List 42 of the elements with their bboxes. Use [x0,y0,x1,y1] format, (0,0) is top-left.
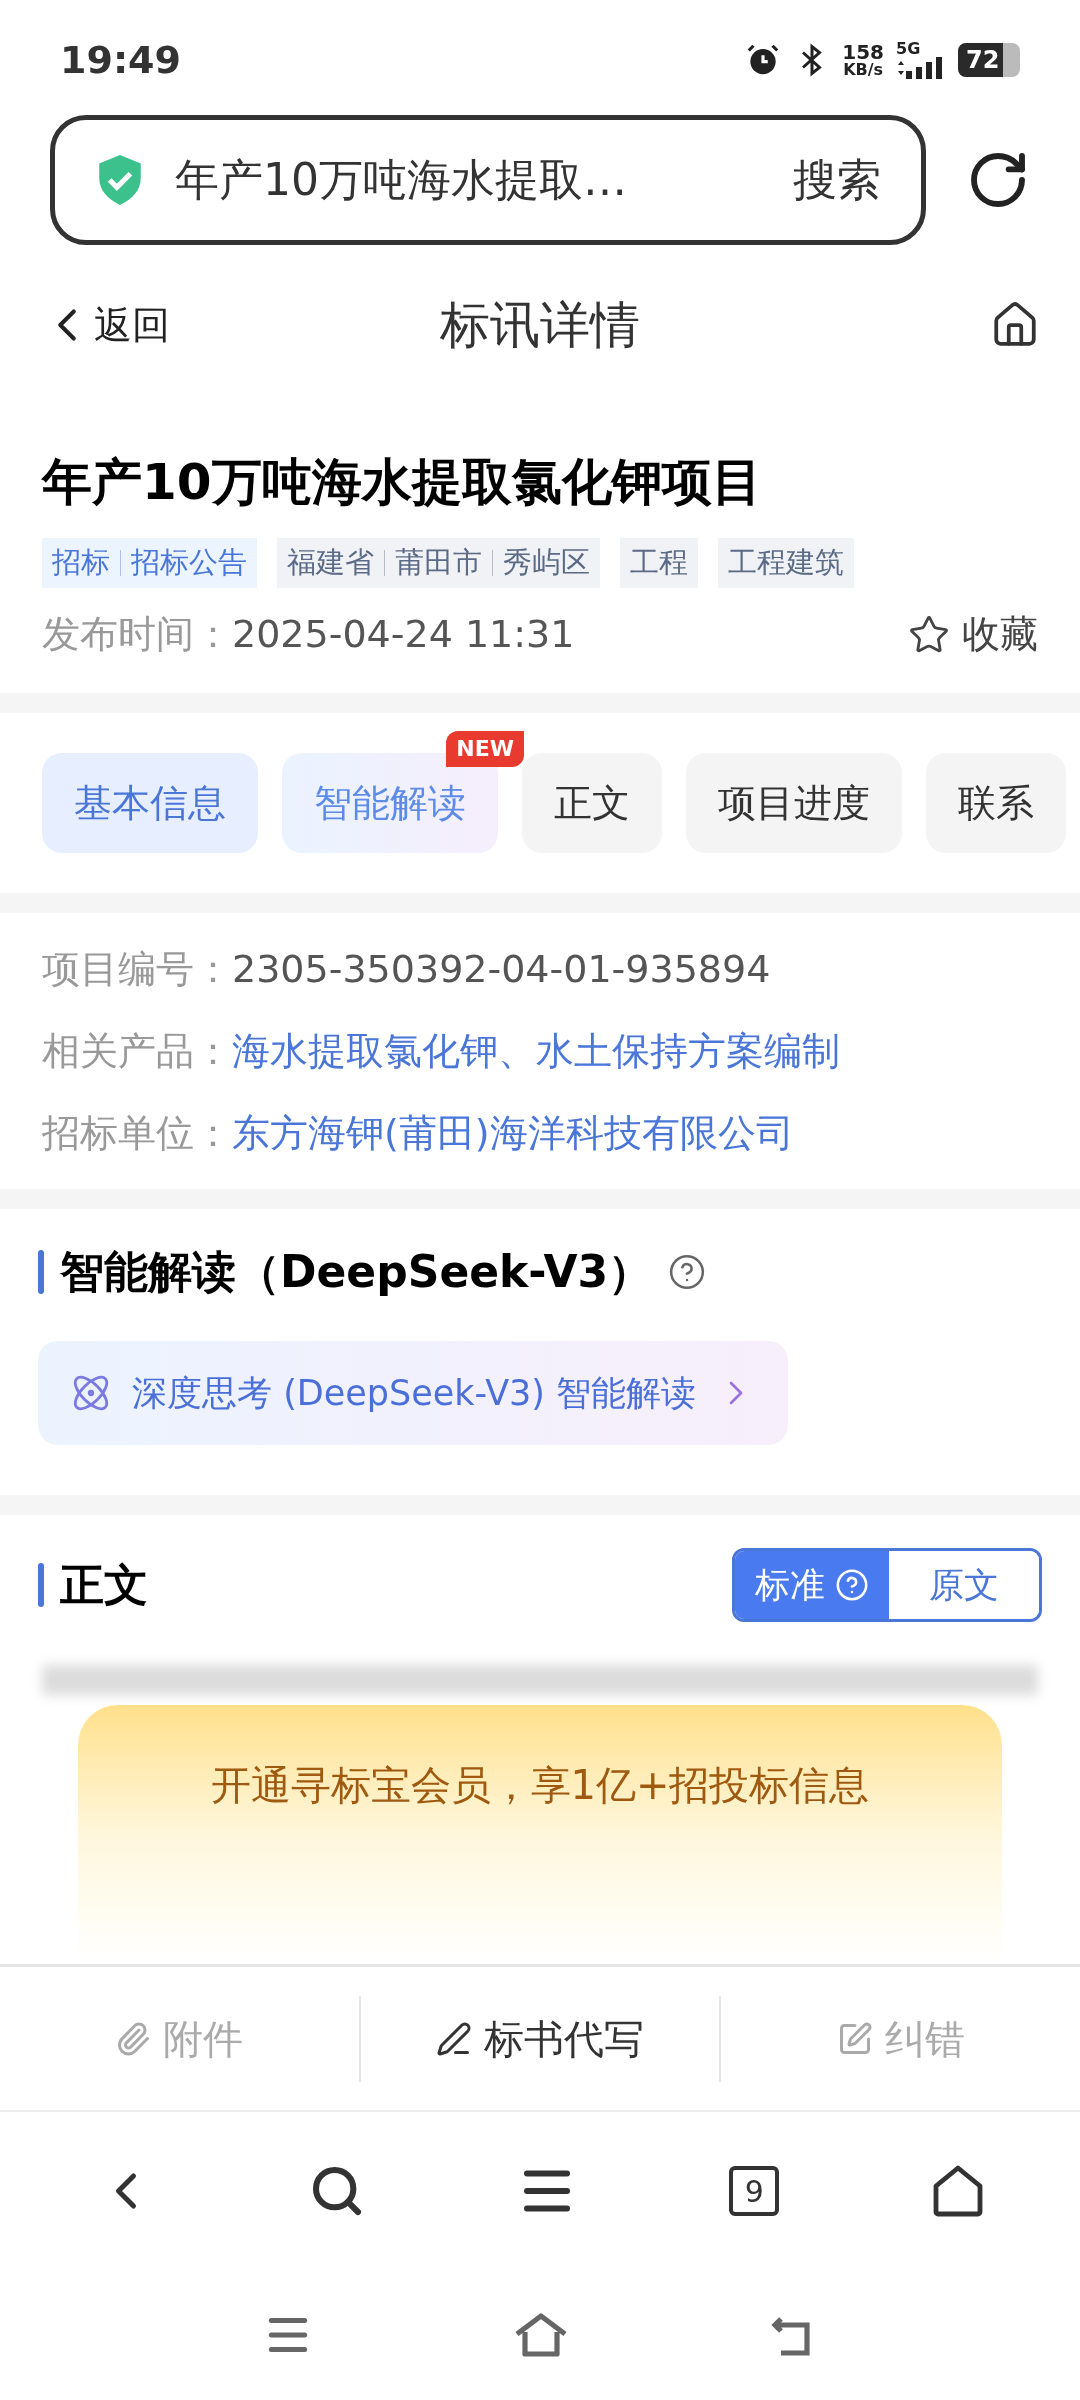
address-text: 年产10万吨海水提取… [175,153,628,207]
speed-unit: KB/s [843,62,884,78]
tab[interactable]: 正文 [522,753,662,853]
info-label: 项目编号： [42,946,232,993]
tab[interactable]: 项目进度 [686,753,902,853]
tag: 招标 招标公告 [42,538,257,588]
tag: 福建省 莆田市 秀屿区 [277,538,600,588]
page-title: 标讯详情 [440,294,640,356]
mode-toggle[interactable]: 标准 [735,1551,889,1619]
info-label: 相关产品： [42,1028,232,1075]
favorite-button[interactable]: 收藏 [908,606,1038,663]
tab-count-button[interactable]: 9 [729,2166,780,2216]
network-type: 5G [896,41,921,57]
search-button[interactable]: 搜索 [793,147,881,213]
info-link[interactable]: 海水提取氯化钾、水土保持方案编制 [232,1021,840,1081]
section-title: 正文 [60,1558,148,1612]
publish-label: 发布时间： [42,611,232,658]
network-speed: 158 [842,42,884,62]
tag: 工程 [620,538,698,588]
tag: 工程建筑 [718,538,854,588]
deep-think-button[interactable]: 深度思考 (DeepSeek-V3) 智能解读 [38,1341,789,1445]
pen-icon [436,2020,472,2057]
promo-text: 开通寻标宝会员，享1亿+招投标信息 [210,1761,870,1810]
action-button[interactable]: 标书代写 [360,2008,720,2069]
section-title: 智能解读（DeepSeek-V3） [60,1245,653,1299]
tab[interactable]: 基本信息 [42,753,258,853]
info-label: 招标单位： [42,1110,232,1157]
home-icon[interactable] [931,2164,984,2218]
tab[interactable]: 联系 [926,753,1066,853]
battery-indicator: 72 [958,43,1020,77]
home-icon[interactable] [513,2312,569,2358]
publish-time: 2025-04-24 11:31 [232,611,575,658]
new-badge: NEW [446,731,524,767]
help-icon [835,1568,869,1602]
address-bar[interactable]: 年产10万吨海水提取… 搜索 [50,115,926,245]
status-time: 19:49 [60,36,181,84]
paperclip-icon [115,2020,152,2057]
project-title: 年产10万吨海水提取氯化钾项目 [42,452,763,513]
back-button[interactable]: 返回 [40,296,170,354]
help-icon[interactable] [668,1253,707,1291]
info-link[interactable]: 东方海钾(莆田)海洋科技有限公司 [232,1103,794,1163]
info-value: 2305-350392-04-01-935894 [232,946,771,993]
